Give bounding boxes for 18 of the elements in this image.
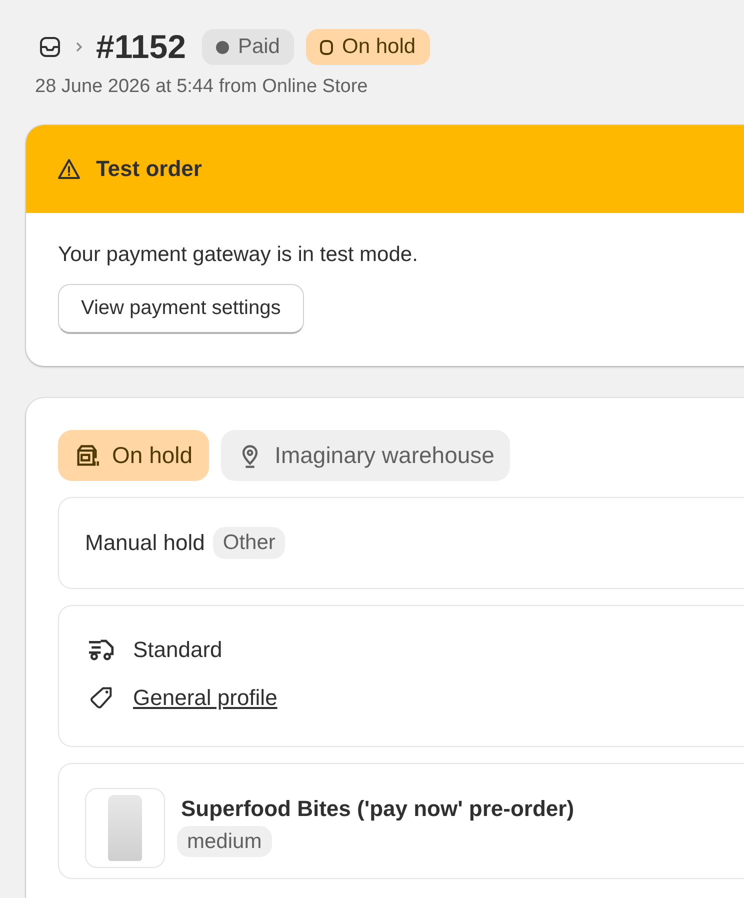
status-badge: Paid (202, 29, 294, 65)
product-name[interactable]: Superfood Bites ('pay now' pre-order) (181, 796, 574, 822)
location-badge: Imaginary warehouse (220, 430, 510, 481)
status-badge: On hold (58, 430, 209, 481)
order-date: 28 June 2026 at 5:44 from Online Store (35, 76, 369, 98)
hold-reason: Manual hold (85, 530, 205, 556)
shipping-profile-link[interactable]: General profile (133, 685, 278, 711)
variant-tag: medium (177, 826, 272, 857)
reason-tag: Other (212, 527, 286, 559)
chevron-right-icon (74, 41, 84, 53)
shipping-method: Standard (133, 637, 222, 663)
banner-message: Your payment gateway is in test mode. (58, 243, 419, 267)
inbox-icon[interactable] (38, 35, 62, 59)
status-badge: On hold (306, 29, 430, 65)
warning-icon (56, 157, 82, 181)
view-payment-settings-button[interactable]: View payment settings (58, 284, 304, 334)
banner-title: Test order (96, 156, 202, 182)
order-number: #1152 (96, 28, 186, 66)
